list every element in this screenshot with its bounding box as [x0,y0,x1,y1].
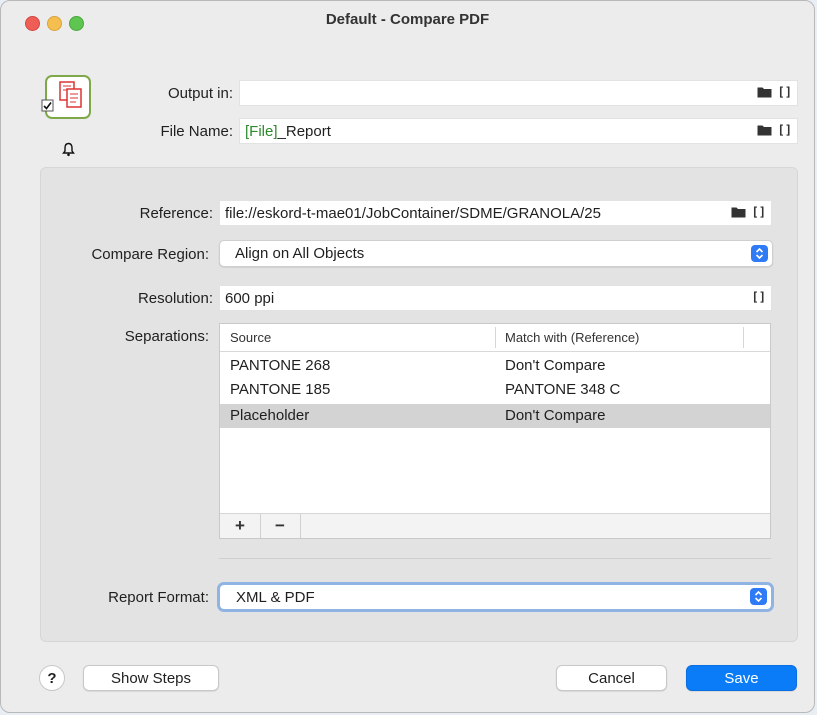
compare-region-value: Align on All Objects [235,245,365,262]
file-name-field[interactable]: [File] _Report [] [239,118,798,144]
remove-separation-button[interactable]: − [260,514,301,538]
cancel-button[interactable]: Cancel [556,665,667,691]
window-title: Default - Compare PDF [325,11,490,28]
cell-match[interactable]: Don't Compare [505,407,605,424]
variable-bracket-icon[interactable]: [] [778,85,792,99]
variable-bracket-icon[interactable]: [] [752,290,766,304]
table-row[interactable]: PANTONE 268 Don't Compare [220,354,770,378]
add-separation-button[interactable]: + [220,514,261,538]
title-bar: Default - Compare PDF [1,1,814,57]
separations-label: Separations: [124,328,209,345]
separations-table[interactable]: Source Match with (Reference) PANTONE 26… [219,323,771,539]
file-name-variable-token: [File] [245,122,278,140]
cell-source: PANTONE 268 [230,357,331,374]
reference-value: file://eskord-t-mae01/JobContainer/SDME/… [225,204,601,222]
compare-region-label: Compare Region: [91,246,209,263]
reference-field[interactable]: file://eskord-t-mae01/JobContainer/SDME/… [219,200,772,226]
cell-source: PANTONE 185 [230,381,331,398]
variable-bracket-icon[interactable]: [] [752,205,766,219]
table-row-selected[interactable]: Placeholder Don't Compare [220,404,770,428]
table-header: Source Match with (Reference) [220,324,770,352]
cell-source: Placeholder [230,407,310,424]
reference-label: Reference: [139,205,213,222]
checkbox-checked-icon[interactable] [41,99,55,113]
column-header-source[interactable]: Source [230,330,271,345]
divider [219,558,771,559]
cell-match[interactable]: Don't Compare [505,357,605,374]
resolution-field[interactable]: 600 ppi [] [219,285,772,311]
show-steps-button[interactable]: Show Steps [83,665,219,691]
table-row[interactable]: PANTONE 185 PANTONE 348 C [220,378,770,402]
save-button[interactable]: Save [686,665,797,691]
variable-bracket-icon[interactable]: [] [778,123,792,137]
report-format-select[interactable]: XML & PDF [217,582,774,612]
report-format-value: XML & PDF [236,588,315,606]
compare-pdf-window: Default - Compare PDF Output in: [] File… [0,0,815,713]
select-stepper-icon [751,245,768,262]
file-name-suffix: _Report [277,122,331,140]
resolution-value: 600 ppi [225,289,275,307]
cell-match[interactable]: PANTONE 348 C [505,381,620,398]
output-in-label: Output in: [167,85,233,102]
select-stepper-icon [750,588,767,605]
help-button[interactable]: ? [39,665,65,691]
bell-icon[interactable] [62,142,75,157]
compare-region-select[interactable]: Align on All Objects [219,240,773,267]
folder-icon[interactable] [757,86,772,98]
folder-icon[interactable] [757,124,772,136]
report-format-label: Report Format: [108,589,209,606]
file-name-label: File Name: [160,123,233,140]
table-footer-toolbar: + − [220,513,770,538]
folder-icon[interactable] [731,206,746,218]
output-in-field[interactable]: [] [239,80,798,106]
column-header-match[interactable]: Match with (Reference) [505,330,639,345]
resolution-label: Resolution: [137,290,213,307]
